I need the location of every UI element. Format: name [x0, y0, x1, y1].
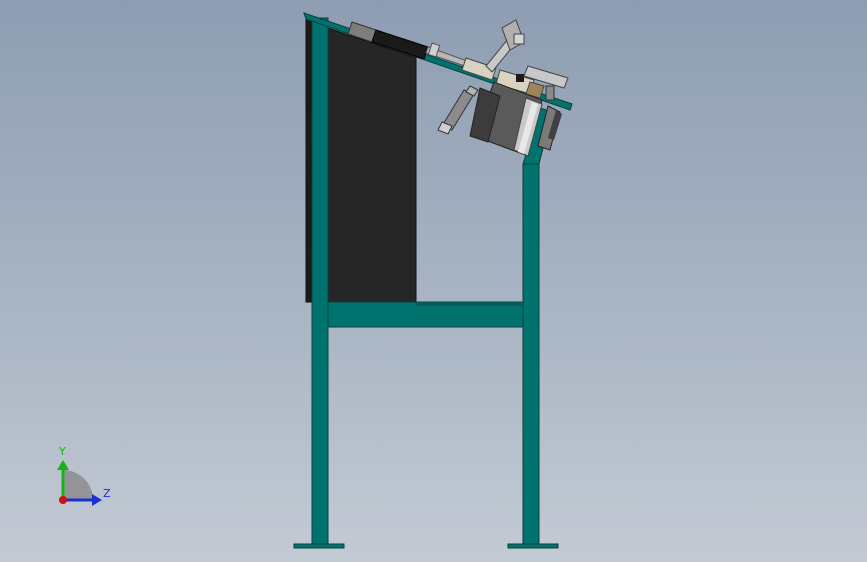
cad-model-scene[interactable]: Y Z — [0, 0, 867, 562]
triad-z-label: Z — [103, 487, 111, 500]
left-foot[interactable] — [293, 543, 345, 549]
right-post[interactable] — [522, 163, 540, 547]
actuator-arm[interactable] — [485, 19, 525, 73]
triad-x-axis-dot — [59, 496, 67, 504]
triad-y-label: Y — [58, 445, 66, 458]
left-post[interactable] — [311, 17, 329, 547]
triad-plane-quadrant — [63, 470, 93, 500]
reference-triad: Y Z — [57, 445, 111, 506]
cad-graphics-viewport[interactable]: Y Z — [0, 0, 867, 562]
right-foot[interactable] — [507, 543, 559, 549]
